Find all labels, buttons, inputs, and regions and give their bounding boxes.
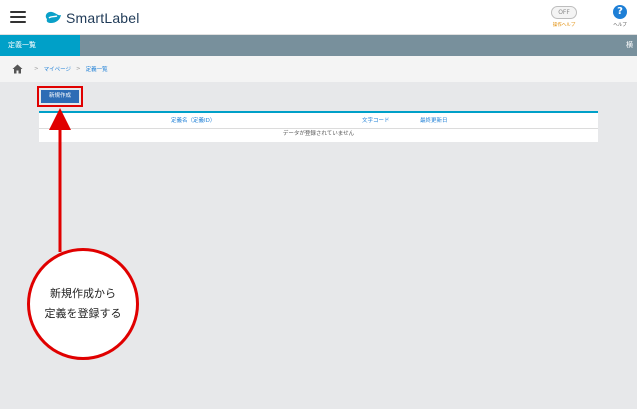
- toggle-state: OFF: [551, 6, 577, 19]
- breadcrumb-mypage[interactable]: マイページ: [44, 65, 71, 73]
- definition-table: 定義名（定義ID） 文字コード 最終更新日 データが登録されていません: [39, 111, 598, 142]
- app-logo[interactable]: SmartLabel: [44, 8, 140, 28]
- titlebar-right-text: 横: [626, 41, 633, 49]
- breadcrumb: > マイページ > 定義一覧: [0, 56, 637, 82]
- callout-line-1: 新規作成から: [50, 287, 116, 300]
- page-title: 定義一覧: [0, 35, 80, 56]
- menu-icon[interactable]: [10, 11, 26, 23]
- help-icon: ?: [613, 5, 627, 19]
- logo-text: SmartLabel: [66, 10, 140, 26]
- callout-line-2: 定義を登録する: [44, 307, 122, 320]
- toggle-caption: 操作ヘルプ: [552, 23, 576, 28]
- column-definition-name[interactable]: 定義名（定義ID）: [171, 113, 215, 129]
- help-caption: ヘルプ: [613, 23, 627, 28]
- breadcrumb-separator: >: [34, 66, 39, 72]
- annotation-callout: 新規作成から 定義を登録する: [27, 248, 139, 360]
- table-header: 定義名（定義ID） 文字コード 最終更新日: [39, 113, 598, 129]
- home-icon[interactable]: [12, 64, 23, 74]
- breadcrumb-separator: >: [76, 66, 81, 72]
- new-button-highlight: 新規作成: [37, 86, 83, 107]
- empty-message: データが登録されていません: [282, 131, 355, 137]
- column-last-updated[interactable]: 最終更新日: [420, 113, 448, 129]
- top-header: SmartLabel OFF 操作ヘルプ ? ヘルプ: [0, 0, 637, 35]
- help-button[interactable]: ? ヘルプ: [609, 5, 631, 31]
- logo-icon: [45, 11, 61, 23]
- breadcrumb-current: 定義一覧: [85, 67, 108, 73]
- operation-help-toggle[interactable]: OFF 操作ヘルプ: [551, 6, 577, 30]
- new-create-button[interactable]: 新規作成: [41, 90, 79, 103]
- page-title-bar: 定義一覧 横: [0, 35, 637, 56]
- column-charset[interactable]: 文字コード: [362, 113, 390, 129]
